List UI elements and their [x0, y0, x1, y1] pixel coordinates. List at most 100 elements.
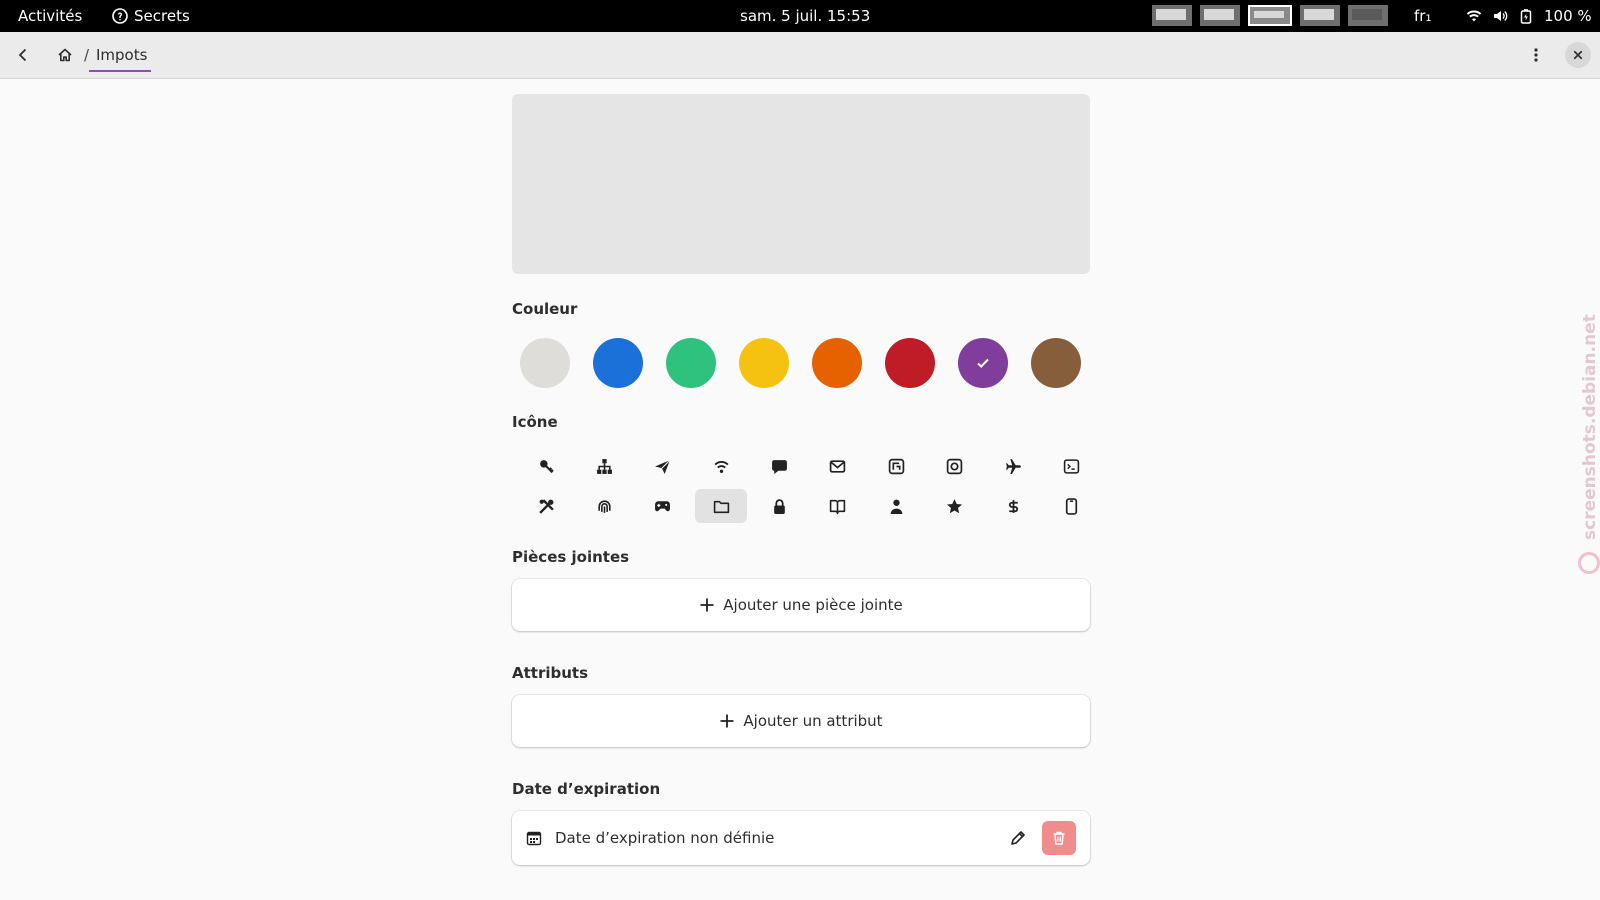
breadcrumb-separator: /	[84, 46, 90, 64]
watermark: screenshots.debian.net	[1578, 314, 1600, 580]
item-preview-area	[512, 94, 1090, 274]
breadcrumb-active-indicator	[89, 70, 151, 72]
workspace-indicator[interactable]	[1152, 5, 1388, 26]
key-icon	[539, 459, 554, 473]
icon-option-folder[interactable]	[695, 489, 748, 523]
system-top-bar: Activités Secrets sam. 5 juil. 15:53 fr₁…	[0, 0, 1600, 32]
workspace-5[interactable]	[1348, 5, 1388, 26]
trash-icon	[1053, 831, 1065, 845]
breadcrumb-current[interactable]: Impots	[96, 46, 147, 64]
icon-option-book[interactable]	[812, 489, 864, 523]
safe-icon	[946, 458, 963, 474]
gamepad-icon	[655, 500, 671, 511]
workspace-3[interactable]	[1248, 5, 1292, 26]
attachments-section-title: Pièces jointes	[512, 548, 630, 566]
icon-option-nfc[interactable]	[870, 449, 922, 483]
calendar-icon	[526, 831, 542, 846]
chat-icon	[772, 459, 787, 474]
app-menu[interactable]: Secrets	[112, 7, 190, 25]
icon-picker	[520, 449, 1098, 523]
app-name: Secrets	[134, 7, 190, 25]
terminal-icon	[1063, 458, 1080, 474]
icon-option-plane[interactable]	[987, 449, 1039, 483]
icon-option-lock[interactable]	[754, 489, 806, 523]
battery-icon	[1520, 9, 1532, 24]
icon-option-dollar[interactable]	[987, 489, 1039, 523]
keyboard-layout[interactable]: fr₁	[1414, 7, 1431, 25]
wifi-icon	[714, 460, 729, 473]
color-swatch-purple[interactable]	[958, 338, 1008, 388]
nfc-icon	[888, 458, 905, 474]
color-swatch-red[interactable]	[885, 338, 935, 388]
home-icon	[58, 48, 72, 62]
book-icon	[830, 499, 846, 514]
plane-icon	[1005, 458, 1021, 474]
lock-icon	[774, 498, 785, 514]
edit-expiry-button[interactable]	[1002, 822, 1034, 854]
icon-option-mail[interactable]	[812, 449, 864, 483]
expiry-card: Date d’expiration non définie	[512, 811, 1090, 865]
attributes-section-title: Attributs	[512, 664, 589, 682]
wifi-icon	[1466, 10, 1482, 22]
icon-option-phone[interactable]	[1046, 489, 1098, 523]
checkmark-icon	[977, 358, 989, 368]
icon-option-tools[interactable]	[520, 489, 572, 523]
main-menu-button[interactable]	[1521, 40, 1551, 70]
expiry-section-title: Date d’expiration	[512, 780, 661, 798]
expiry-value: Date d’expiration non définie	[555, 829, 775, 847]
icon-option-key[interactable]	[520, 449, 572, 483]
add-attribute-button[interactable]: Ajouter un attribut	[512, 695, 1090, 747]
icon-option-chat[interactable]	[754, 449, 806, 483]
header-bar: / Impots	[0, 32, 1600, 79]
clock[interactable]: sam. 5 juil. 15:53	[740, 7, 870, 25]
network-icon	[596, 458, 612, 474]
workspace-4[interactable]	[1300, 5, 1340, 26]
icon-option-terminal[interactable]	[1046, 449, 1098, 483]
pencil-icon	[1011, 831, 1025, 845]
volume-icon	[1494, 11, 1508, 21]
paper-plane-icon	[655, 459, 671, 474]
back-button[interactable]	[8, 40, 38, 70]
attributes-card: Ajouter un attribut	[512, 695, 1090, 747]
icon-option-network[interactable]	[578, 449, 630, 483]
color-swatch-orange[interactable]	[812, 338, 862, 388]
add-attachment-button[interactable]: Ajouter une pièce jointe	[512, 579, 1090, 631]
mail-icon	[830, 459, 846, 473]
color-section-title: Couleur	[512, 300, 578, 318]
dollar-icon	[1008, 499, 1018, 513]
delete-expiry-button[interactable]	[1042, 821, 1076, 855]
icon-section-title: Icône	[512, 413, 558, 431]
chevron-left-icon	[18, 48, 27, 62]
color-swatch-green[interactable]	[666, 338, 716, 388]
breadcrumb-home-button[interactable]	[50, 40, 80, 70]
icon-option-fingerprint[interactable]	[578, 489, 630, 523]
icon-option-safe[interactable]	[929, 449, 981, 483]
activities-button[interactable]: Activités	[18, 7, 82, 25]
add-attribute-label: Ajouter un attribut	[743, 712, 883, 730]
color-swatch-yellow[interactable]	[739, 338, 789, 388]
icon-option-send[interactable]	[637, 449, 689, 483]
plus-icon	[700, 598, 714, 612]
icon-option-person[interactable]	[870, 489, 922, 523]
icon-option-gamepad[interactable]	[637, 489, 689, 523]
workspace-2[interactable]	[1200, 5, 1240, 26]
close-icon	[1573, 50, 1583, 60]
workspace-1[interactable]	[1152, 5, 1192, 26]
color-swatch-blue[interactable]	[593, 338, 643, 388]
icon-option-star[interactable]	[929, 489, 981, 523]
battery-level: 100 %	[1544, 7, 1592, 25]
phone-icon	[1065, 497, 1078, 515]
color-swatch-grey[interactable]	[520, 338, 570, 388]
system-status-menu[interactable]: 100 %	[1466, 7, 1592, 25]
tools-icon	[538, 498, 554, 514]
icon-option-wifi[interactable]	[695, 449, 747, 483]
close-window-button[interactable]	[1565, 42, 1591, 68]
color-picker	[520, 338, 1081, 388]
plus-icon	[720, 714, 734, 728]
vertical-dots-icon	[1534, 48, 1538, 62]
watermark-text: screenshots.debian.net	[1580, 314, 1600, 540]
fingerprint-icon	[598, 499, 611, 513]
color-swatch-brown[interactable]	[1031, 338, 1081, 388]
watermark-logo	[1578, 552, 1600, 574]
person-icon	[890, 499, 903, 514]
